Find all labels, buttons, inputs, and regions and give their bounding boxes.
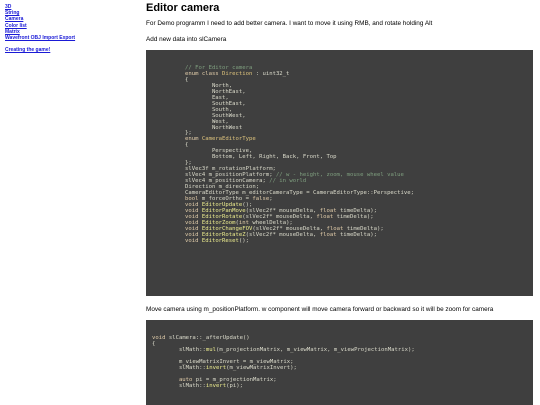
- code-token: mul: [205, 346, 216, 353]
- code-token: EditorReset: [201, 237, 239, 244]
- code-token: (slVec2f* mouseDelta,: [245, 231, 320, 238]
- page-title: Editor camera: [146, 2, 220, 14]
- code-token: enum class: [185, 70, 223, 77]
- code-token: timeDelta);: [336, 213, 374, 220]
- code-token: (pi);: [226, 382, 243, 389]
- code-token: // in world: [269, 178, 307, 185]
- code-token: (m_viewMatrixInvert);: [226, 364, 297, 371]
- code-token: slMath::: [152, 382, 206, 389]
- sidebar-nav: 3D String Camera Color list Matrix Wavef…: [5, 4, 105, 53]
- code-block-camera-header: // For Editor camera enum class Direction…: [146, 50, 533, 296]
- code-token: slMath::: [152, 346, 206, 353]
- code-token: : uint32_t: [255, 70, 290, 77]
- code-token: NorthWest: [185, 124, 243, 131]
- code-token: float: [319, 231, 340, 238]
- code-line: void EditorReset();: [185, 237, 533, 245]
- sidebar-link-wavefront-obj[interactable]: Wavefront OBJ Import Export: [5, 35, 105, 41]
- add-data-paragraph: Add new data into slCamera: [146, 36, 227, 43]
- code-token: ();: [238, 237, 249, 244]
- code-token: (m_projectionMatrix, m_viewMatrix, m_vie…: [216, 346, 415, 353]
- intro-paragraph: For Demo programm I need to add better c…: [146, 20, 433, 27]
- code-line: slMath::invert(pi);: [152, 382, 533, 390]
- code-token: float: [316, 213, 337, 220]
- code-token: Direction: [222, 70, 256, 77]
- code-token: ;: [269, 195, 273, 202]
- code-block-after-update: void slCamera::_afterUpdate(){ slMath::m…: [146, 320, 533, 405]
- code-token: slCamera::_afterUpdate(): [168, 335, 250, 341]
- code-token: Bottom, Left, Right, Back, Front, Top: [185, 154, 337, 161]
- code-token: timeDelta);: [339, 231, 377, 238]
- code-token: CameraEditorType: [201, 136, 256, 143]
- code-token: invert: [205, 382, 227, 389]
- code-token: false: [252, 195, 270, 202]
- code-token: slMath::: [152, 364, 206, 371]
- move-camera-paragraph: Move camera using m_positionPlatform. w …: [146, 306, 494, 313]
- code-token: void: [185, 237, 202, 244]
- sidebar-link-creating-game[interactable]: Creating the game!: [5, 47, 105, 53]
- code-token: invert: [205, 364, 227, 371]
